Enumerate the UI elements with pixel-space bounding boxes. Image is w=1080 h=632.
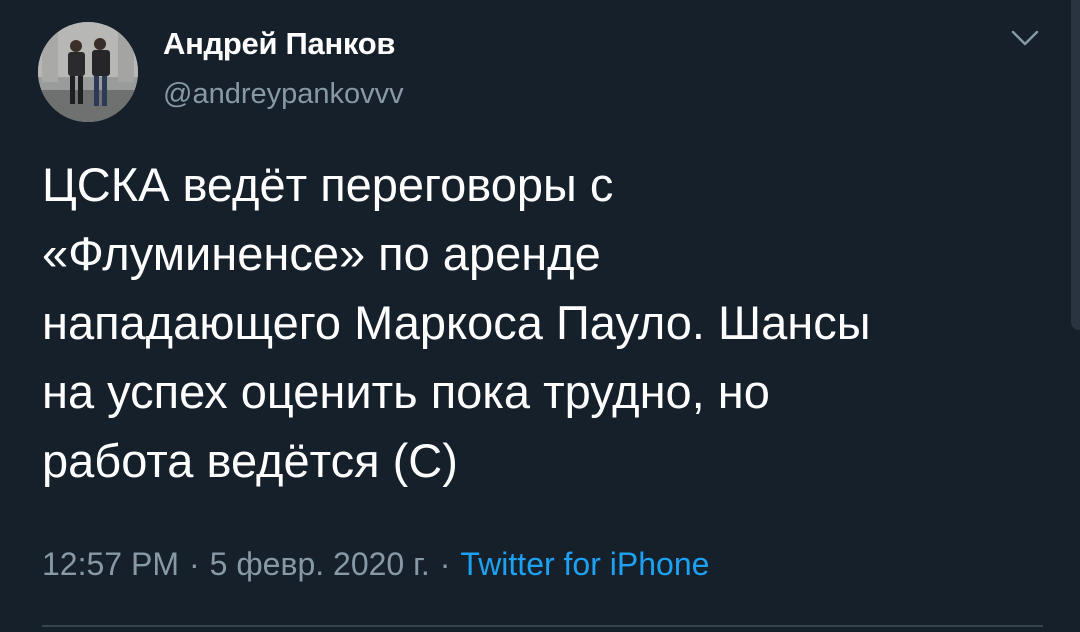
tweet-source-link[interactable]: Twitter for iPhone xyxy=(460,546,709,582)
avatar[interactable] xyxy=(38,22,138,122)
author-display-name[interactable]: Андрей Панков xyxy=(163,24,395,64)
tweet-card: Андрей Панков @andreypankovvv ЦСКА ведёт… xyxy=(0,0,1080,632)
tweet-time[interactable]: 12:57 PM xyxy=(42,546,179,582)
tweet-text: ЦСКА ведёт переговоры с «Флуминенсе» по … xyxy=(42,158,871,487)
meta-separator: · xyxy=(188,546,200,582)
tweet-menu-button[interactable] xyxy=(1008,26,1042,50)
chevron-down-icon xyxy=(1011,30,1039,46)
meta-separator: · xyxy=(439,546,451,582)
divider xyxy=(42,625,1043,627)
tweet-meta: 12:57 PM · 5 февр. 2020 г. · Twitter for iPh… xyxy=(42,544,709,584)
author-handle[interactable]: @andreypankovvv xyxy=(163,76,404,112)
scrollbar[interactable] xyxy=(1071,0,1080,330)
profile-photo-icon xyxy=(38,22,138,122)
tweet-date[interactable]: 5 февр. 2020 г. xyxy=(210,546,430,582)
